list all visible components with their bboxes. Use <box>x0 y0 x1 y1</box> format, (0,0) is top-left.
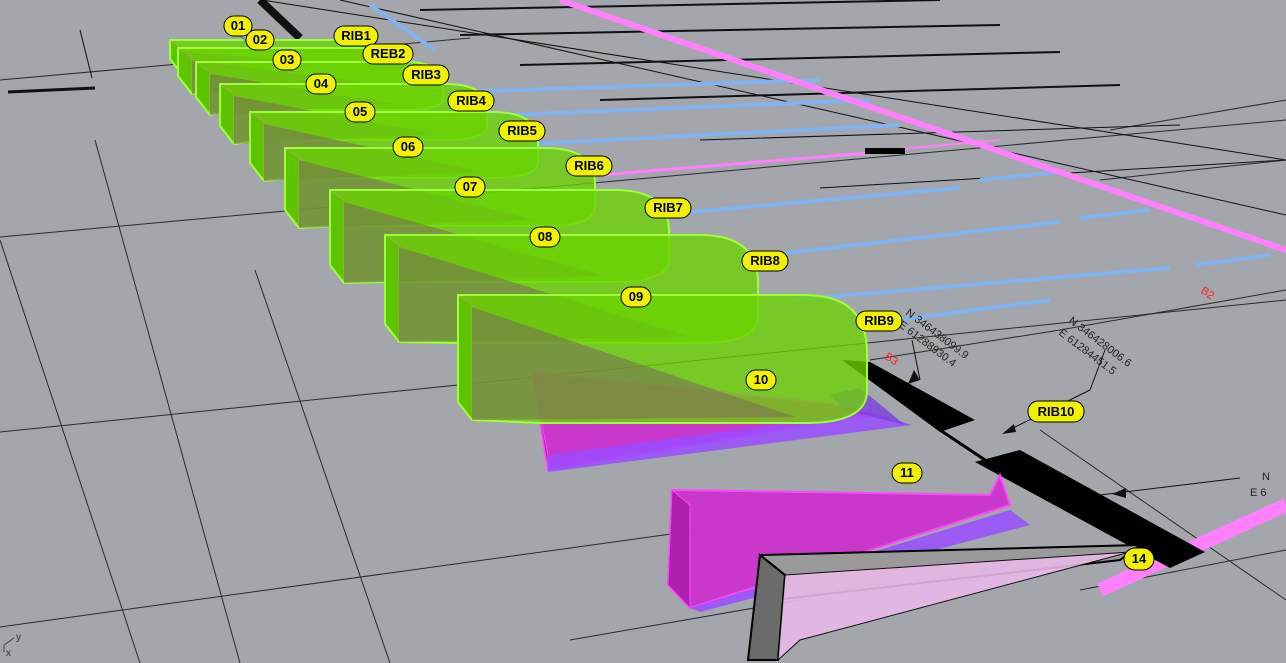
tag-rib7[interactable]: RIB7 <box>644 197 692 219</box>
tag-rib4-text: RIB4 <box>456 93 486 108</box>
tag-rib3[interactable]: RIB3 <box>402 64 450 86</box>
tag-step-07-text: 07 <box>463 179 477 194</box>
tag-step-03-text: 03 <box>280 52 294 67</box>
rib-solid-09[interactable] <box>457 293 868 424</box>
grid-label-b3: B3 <box>882 351 900 369</box>
tag-rib10-text: RIB10 <box>1038 404 1075 419</box>
tag-step-02-text: 02 <box>253 32 267 47</box>
tag-rib9[interactable]: RIB9 <box>855 310 903 332</box>
tag-step-14[interactable]: 14 <box>1123 547 1155 571</box>
tag-rib6[interactable]: RIB6 <box>565 155 613 177</box>
tag-rib7-text: RIB7 <box>653 200 683 215</box>
tag-step-05-text: 05 <box>353 104 367 119</box>
coordinate-label-east-3: E 6 <box>1250 487 1267 499</box>
tag-rib1[interactable]: RIB1 <box>333 25 379 47</box>
tag-rib5-text: RIB5 <box>507 123 537 138</box>
tag-step-06[interactable]: 06 <box>392 136 424 158</box>
tag-reb2-text: REB2 <box>371 46 406 61</box>
tag-step-05[interactable]: 05 <box>344 101 376 123</box>
tag-step-06-text: 06 <box>401 139 415 154</box>
tag-step-08-text: 08 <box>538 229 552 244</box>
viewport-canvas[interactable]: B3 B2 N 346438099.9 E 61288930.4 N 34642… <box>0 0 1286 663</box>
tag-rib3-text: RIB3 <box>411 67 441 82</box>
tag-rib4[interactable]: RIB4 <box>447 90 495 112</box>
tag-step-03[interactable]: 03 <box>272 49 302 71</box>
grid-label-b2: B2 <box>1198 285 1216 303</box>
tag-step-07[interactable]: 07 <box>454 176 486 198</box>
tag-reb2[interactable]: REB2 <box>362 43 414 65</box>
rib-solid-14[interactable] <box>746 543 1144 662</box>
coordinate-label-north-3: N <box>1262 471 1270 483</box>
tag-step-04[interactable]: 04 <box>305 73 337 95</box>
axis-indicator: y x <box>3 632 21 659</box>
tag-step-11-text: 11 <box>900 465 914 480</box>
green-ribs-group <box>169 38 868 424</box>
drawing-annotations: B3 B2 N 346438099.9 E 61288930.4 N 34642… <box>882 285 1270 499</box>
axis-y-label: y <box>16 632 21 643</box>
tag-step-09-text: 09 <box>629 289 643 304</box>
tag-rib5[interactable]: RIB5 <box>498 120 546 142</box>
tag-step-02[interactable]: 02 <box>245 29 275 51</box>
tag-rib8-text: RIB8 <box>750 253 780 268</box>
tag-rib9-text: RIB9 <box>864 313 894 328</box>
tag-step-04-text: 04 <box>314 76 329 91</box>
tag-step-10-text: 10 <box>754 372 768 387</box>
tag-step-09[interactable]: 09 <box>620 286 652 308</box>
tag-step-01-text: 01 <box>231 18 245 33</box>
tag-rib8[interactable]: RIB8 <box>741 250 789 272</box>
tag-step-11[interactable]: 11 <box>891 462 923 484</box>
tag-step-08[interactable]: 08 <box>529 226 561 248</box>
tag-rib1-text: RIB1 <box>341 28 371 43</box>
axis-x-label: x <box>6 648 11 659</box>
tag-rib6-text: RIB6 <box>574 158 604 173</box>
tag-rib10[interactable]: RIB10 <box>1027 400 1085 423</box>
tag-step-01[interactable]: 01 <box>223 15 253 37</box>
3d-viewport[interactable]: B3 B2 N 346438099.9 E 61288930.4 N 34642… <box>0 0 1286 663</box>
tag-step-14-text: 14 <box>1132 551 1147 566</box>
tag-step-10[interactable]: 10 <box>745 369 777 391</box>
